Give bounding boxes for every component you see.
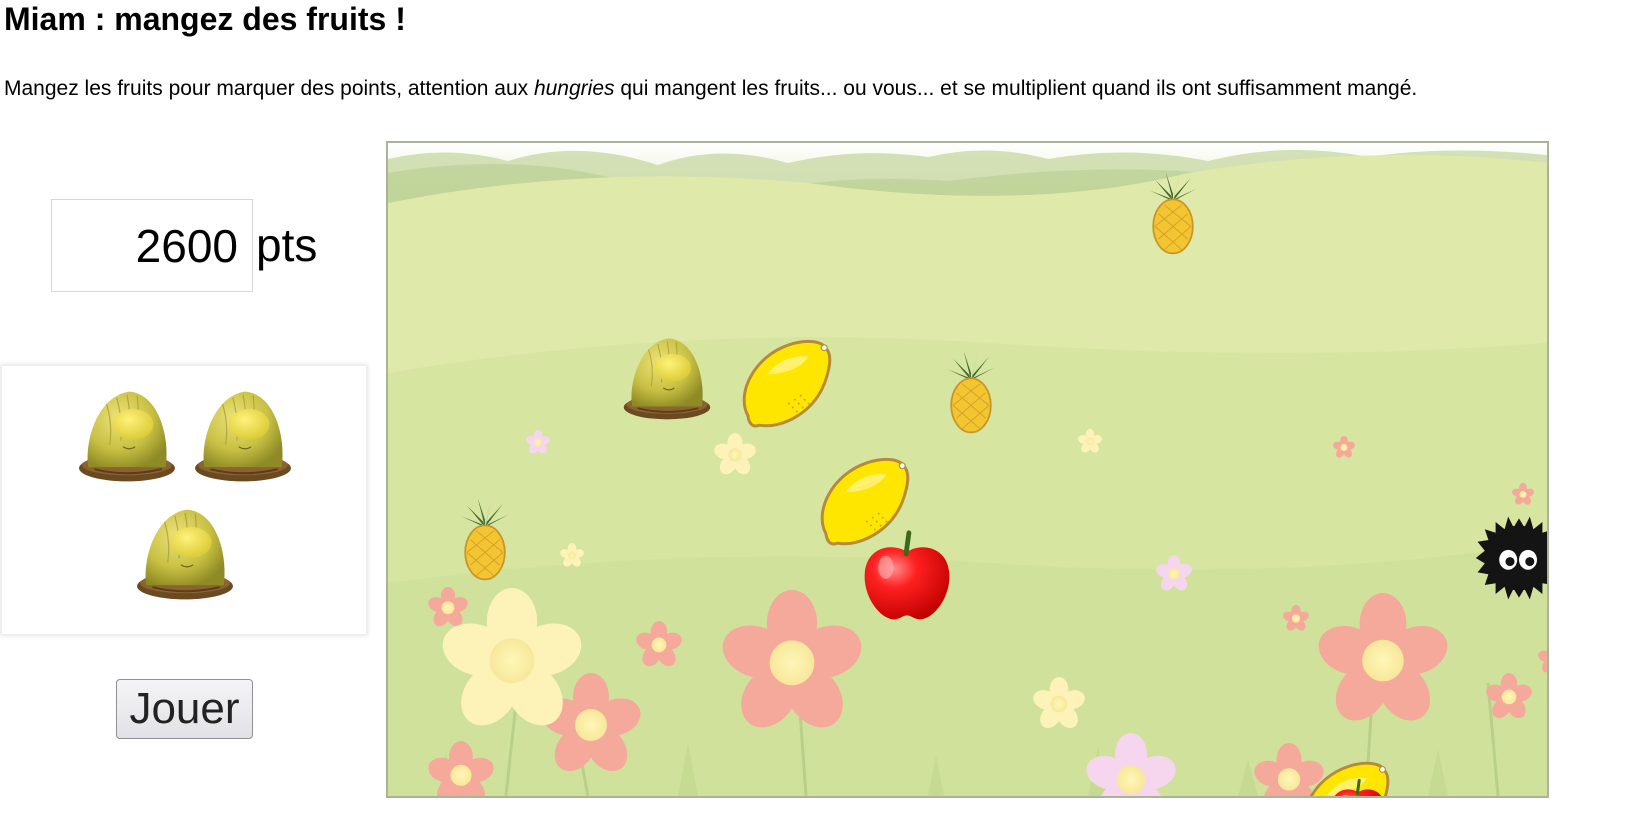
score-unit: pts [256,219,318,271]
game-board[interactable] [386,141,1549,798]
player-creature-icon [78,390,176,483]
game-canvas[interactable] [388,143,1547,796]
score-value: 2600 [135,220,238,272]
lives-panel [2,366,366,634]
intro-text-start: Mangez les fruits pour marquer des point… [4,77,534,100]
player-creature-icon [194,390,292,483]
intro-hungries-term: hungries [533,77,615,100]
page-title: Miam : mangez des fruits ! [4,1,406,37]
intro-text: Mangez les fruits pour marquer des point… [4,76,1417,102]
score-display: 2600 [51,199,253,292]
player-creature-icon [136,508,234,601]
play-button[interactable]: Jouer [116,679,253,739]
intro-text-end: qui mangent les fruits... ou vous... et … [614,77,1418,100]
scenery-background [388,143,1547,796]
